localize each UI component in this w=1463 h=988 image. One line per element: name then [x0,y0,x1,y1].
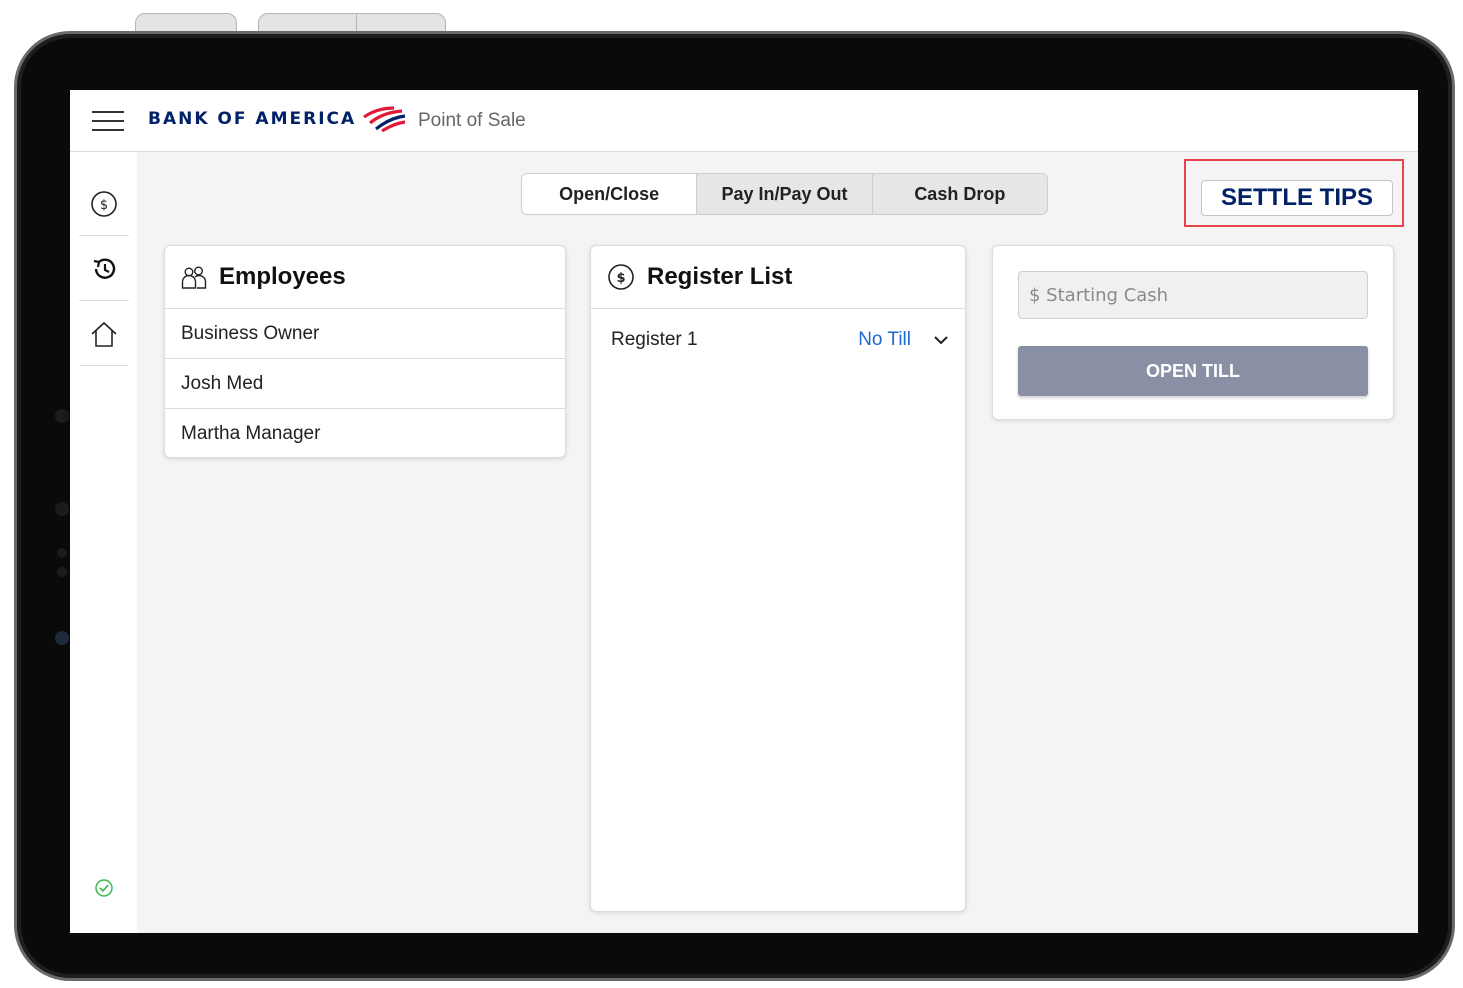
brand-name: BANK OF AMERICA [148,109,357,129]
sidebar-item-home[interactable] [79,302,129,366]
app-title: Point of Sale [418,110,526,131]
app-screen: BANK OF AMERICA Point of Sale $ Open/Clo… [70,90,1418,933]
settle-tips-button[interactable]: SETTLE TIPS [1201,180,1393,216]
register-list-title: Register List [647,263,793,290]
menu-icon[interactable] [92,111,126,131]
history-icon [93,258,116,279]
home-icon [91,321,117,347]
open-till-button[interactable]: OPEN TILL [1018,346,1368,396]
employee-item-business-owner[interactable]: Business Owner [165,309,565,359]
open-till-card: OPEN TILL [992,245,1394,420]
employees-icon [181,266,207,289]
app-header: BANK OF AMERICA Point of Sale [70,90,1418,152]
register-row[interactable]: Register 1 No Till [591,309,965,371]
register-till-status: No Till [858,329,911,350]
till-action-tabs: Open/Close Pay In/Pay Out Cash Drop [521,173,1048,215]
connection-status [94,878,114,903]
dollar-circle-icon: $ [608,264,634,290]
tablet-sensor [57,548,67,558]
dollar-circle-icon: $ [91,190,117,217]
svg-text:$: $ [100,198,108,213]
tablet-camera [55,502,69,516]
svg-text:$: $ [616,271,625,286]
tab-cash-drop[interactable]: Cash Drop [873,174,1047,214]
register-name: Register 1 [611,329,698,350]
tab-pay-in-pay-out[interactable]: Pay In/Pay Out [697,174,873,214]
check-circle-icon [95,879,113,897]
sidebar-item-cash[interactable]: $ [79,172,129,236]
sidebar: $ [70,152,137,933]
employee-item-josh-med[interactable]: Josh Med [165,359,565,409]
employees-header: Employees [165,246,565,309]
tablet-sensor [55,409,69,423]
brand-logo: BANK OF AMERICA [148,106,406,132]
tablet-sensor [55,631,69,645]
chevron-down-icon[interactable] [933,335,949,345]
starting-cash-input[interactable] [1018,271,1368,319]
flag-logo-icon [363,106,406,132]
employees-title: Employees [219,263,346,290]
register-list-card: $ Register List Register 1 No Till [590,245,966,912]
sidebar-item-history[interactable] [79,237,129,301]
employee-item-martha-manager[interactable]: Martha Manager [165,409,565,457]
register-list-header: $ Register List [591,246,965,309]
tab-open-close[interactable]: Open/Close [522,174,698,214]
employees-card: Employees Business Owner Josh Med Martha… [164,245,566,458]
tablet-sensor [57,567,67,577]
